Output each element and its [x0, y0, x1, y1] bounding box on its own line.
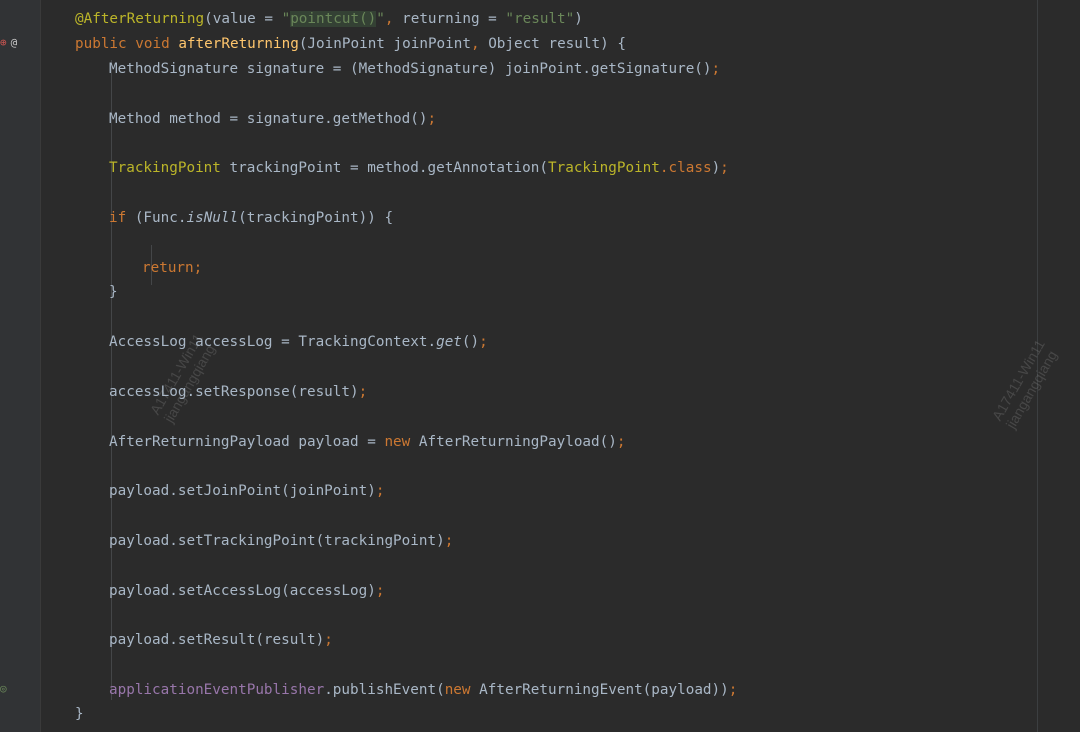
- class-name: TrackingPoint: [109, 160, 221, 176]
- code-line-12: payload.setJoinPoint(joinPoint);: [109, 479, 384, 503]
- code-text: (JoinPoint joinPoint: [298, 36, 471, 52]
- code-line-6: if (Func.isNull(trackingPoint)) {: [109, 206, 393, 230]
- code-text: Method method = signature.getMethod(): [109, 111, 428, 127]
- code-text: payload.setResult(result): [109, 632, 325, 648]
- code-line-3: MethodSignature signature = (MethodSigna…: [109, 57, 720, 81]
- static-method: isNull: [186, 210, 239, 226]
- code-text: }: [109, 284, 118, 300]
- class-name: TrackingPoint: [548, 160, 660, 176]
- semicolon: ;: [375, 483, 385, 499]
- code-line-8: }: [109, 280, 118, 304]
- keyword: return: [142, 260, 194, 276]
- code-text: (trackingPoint)) {: [238, 210, 394, 226]
- semicolon: ;: [728, 682, 738, 698]
- gutter-markers-row: ⊕ @: [0, 33, 40, 53]
- keyword: public: [75, 36, 136, 52]
- code-line-10: accessLog.setResponse(result);: [109, 380, 367, 404]
- code-line-17: }: [75, 702, 84, 726]
- event-icon[interactable]: ◎: [0, 679, 7, 699]
- comma: ,: [384, 11, 403, 27]
- override-icon[interactable]: @: [11, 36, 18, 49]
- semicolon: ;: [720, 160, 729, 176]
- code-line-11: AfterReturningPayload payload = new Afte…: [109, 430, 625, 454]
- string-quote: ": [376, 11, 385, 27]
- editor-gutter: ⊕ @ ◎: [0, 0, 41, 732]
- string-literal: "result": [505, 11, 575, 27]
- code-text: MethodSignature signature = (MethodSigna…: [109, 61, 712, 77]
- keyword: void: [135, 36, 179, 52]
- semicolon: ;: [193, 260, 203, 276]
- code-line-14: payload.setAccessLog(accessLog);: [109, 579, 384, 603]
- code-text: .publishEvent(: [324, 682, 445, 698]
- field-name: applicationEventPublisher: [109, 682, 325, 698]
- string-highlighted: pointcut(): [290, 11, 377, 27]
- code-text: AfterReturningPayload payload =: [109, 434, 385, 450]
- code-text: accessLog.setResponse(result): [109, 384, 359, 400]
- code-text: AfterReturningEvent(payload)): [479, 682, 729, 698]
- annotation: @AfterReturning: [75, 11, 205, 27]
- semicolon: ;: [358, 384, 368, 400]
- code-text: (): [461, 334, 480, 350]
- semicolon: ;: [375, 583, 385, 599]
- semicolon: ;: [324, 632, 333, 648]
- code-line-5: TrackingPoint trackingPoint = method.get…: [109, 156, 729, 180]
- code-text: payload.setJoinPoint(joinPoint): [109, 483, 376, 499]
- code-text: returning =: [402, 11, 506, 27]
- code-text: trackingPoint = method.getAnnotation(: [220, 160, 549, 176]
- code-text: (Func.: [134, 210, 187, 226]
- semicolon: ;: [427, 111, 437, 127]
- code-text: }: [75, 706, 84, 722]
- code-text: payload.setTrackingPoint(trackingPoint): [109, 533, 445, 549]
- code-text: Object result) {: [488, 36, 626, 52]
- string-quote: ": [281, 11, 291, 27]
- code-line-9: AccessLog accessLog = TrackingContext.ge…: [109, 330, 488, 354]
- gutter-event-row: ◎: [0, 679, 40, 699]
- semicolon: ;: [444, 533, 454, 549]
- code-line-16: applicationEventPublisher.publishEvent(n…: [109, 678, 737, 702]
- method-name: afterReturning: [178, 36, 299, 52]
- code-text: (value =: [204, 11, 282, 27]
- keyword: new: [384, 434, 419, 450]
- static-method: get: [436, 334, 462, 350]
- semicolon: ;: [479, 334, 488, 350]
- code-text: payload.setAccessLog(accessLog): [109, 583, 376, 599]
- bean-icon[interactable]: ⊕: [0, 36, 7, 49]
- code-line-1: @AfterReturning(value = "pointcut()", re…: [75, 7, 583, 31]
- semicolon: ;: [616, 434, 626, 450]
- code-line-7: return;: [142, 256, 202, 280]
- code-text: AfterReturningPayload(): [418, 434, 617, 450]
- semicolon: ;: [711, 61, 721, 77]
- code-text: AccessLog accessLog = TrackingContext.: [109, 334, 437, 350]
- code-line-15: payload.setResult(result);: [109, 628, 333, 652]
- code-line-13: payload.setTrackingPoint(trackingPoint);: [109, 529, 453, 553]
- code-line-4: Method method = signature.getMethod();: [109, 107, 436, 131]
- code-text: ): [711, 160, 721, 176]
- keyword: if: [109, 210, 135, 226]
- keyword: .class: [659, 160, 712, 176]
- code-line-2: public void afterReturning(JoinPoint joi…: [75, 32, 626, 56]
- comma: ,: [470, 36, 489, 52]
- code-text: ): [574, 11, 583, 27]
- keyword: new: [444, 682, 480, 698]
